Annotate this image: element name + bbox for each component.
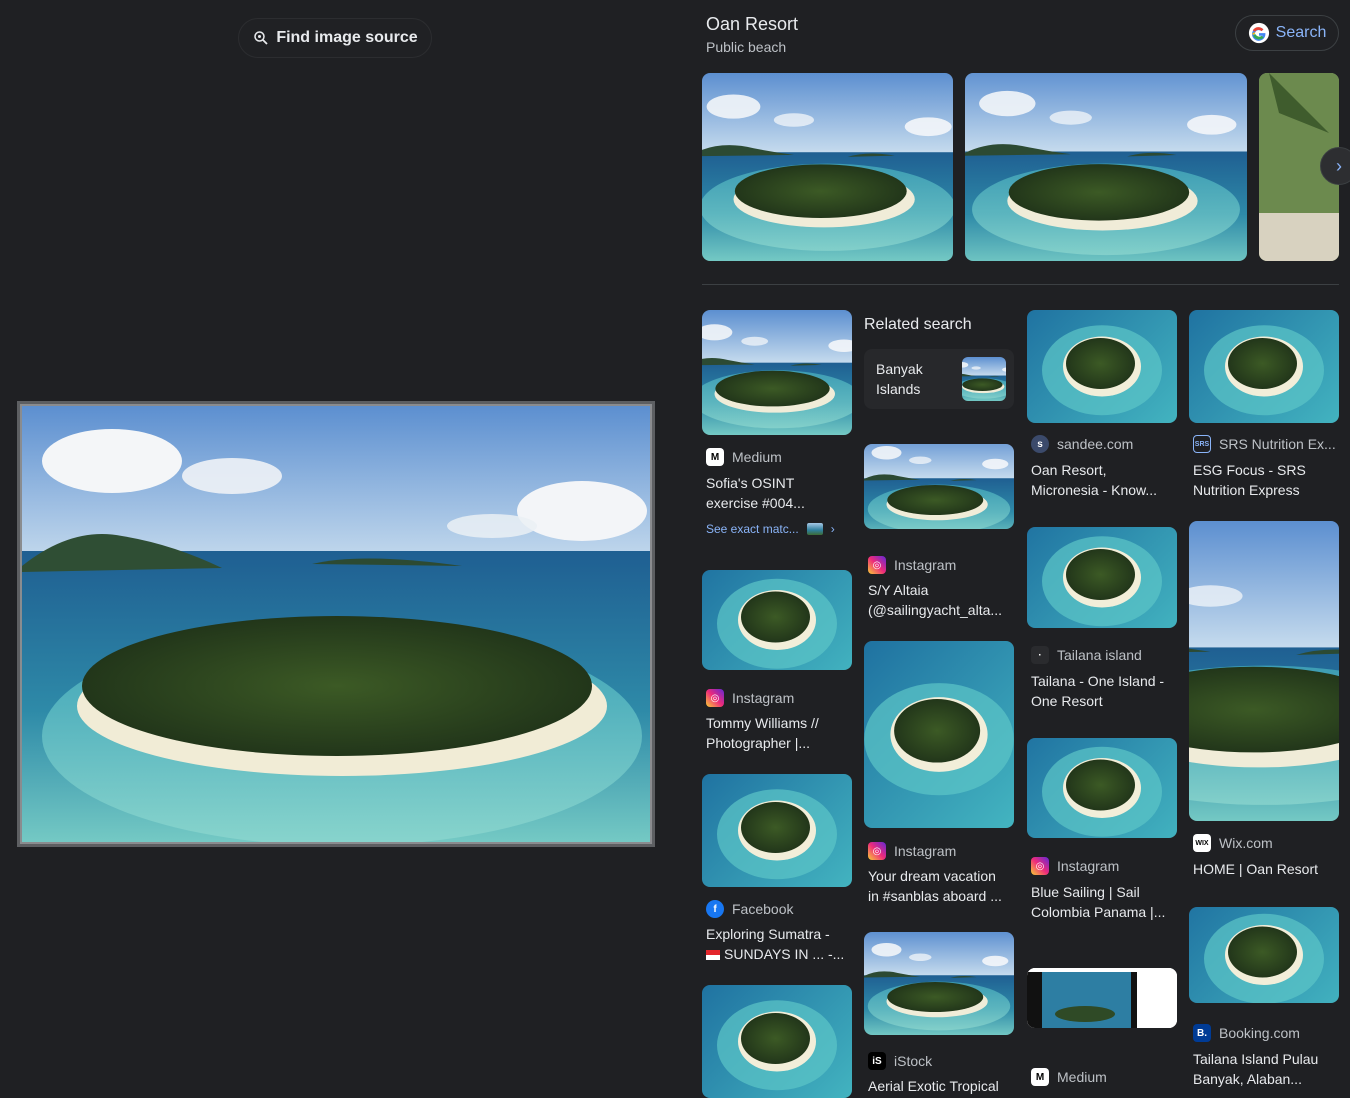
- related-search-item[interactable]: Banyak Islands: [864, 349, 1014, 409]
- result-source[interactable]: ◎ Instagram: [868, 556, 956, 574]
- medium-icon: M: [706, 448, 724, 466]
- sandee-icon: s: [1031, 435, 1049, 453]
- result-title[interactable]: ESG Focus - SRS Nutrition Express: [1193, 460, 1339, 500]
- result-source[interactable]: SRS SRS Nutrition Ex...: [1193, 435, 1336, 453]
- result-title[interactable]: Blue Sailing | Sail Colombia Panama |...: [1031, 882, 1177, 922]
- result-title[interactable]: Oan Resort, Micronesia - Know...: [1031, 460, 1177, 500]
- result-image[interactable]: [702, 774, 852, 887]
- entity-image-1[interactable]: [702, 73, 953, 261]
- result-image[interactable]: [1027, 527, 1177, 628]
- result-source[interactable]: WIX Wix.com: [1193, 834, 1273, 852]
- result-title[interactable]: Tommy Williams // Photographer |...: [706, 713, 846, 753]
- result-source[interactable]: M Medium: [706, 448, 782, 466]
- istock-icon: iS: [868, 1052, 886, 1070]
- result-image[interactable]: [1027, 968, 1177, 1028]
- result-source[interactable]: f Facebook: [706, 900, 793, 918]
- result-source[interactable]: B. Booking.com: [1193, 1024, 1300, 1042]
- result-image[interactable]: [702, 570, 852, 670]
- result-title[interactable]: Sofia's OSINT exercise #004...: [706, 473, 846, 513]
- entity-subtitle: Public beach: [706, 39, 787, 55]
- result-title[interactable]: HOME | Oan Resort: [1193, 859, 1339, 879]
- selected-image[interactable]: [20, 404, 652, 844]
- result-image[interactable]: [1027, 738, 1177, 838]
- wix-icon: WIX: [1193, 834, 1211, 852]
- facebook-icon: f: [706, 900, 724, 918]
- selected-image-frame[interactable]: [17, 401, 655, 847]
- results-panel: Oan Resort Public beach Search › M Mediu…: [702, 0, 1350, 1098]
- instagram-icon: ◎: [706, 689, 724, 707]
- instagram-icon: ◎: [1031, 857, 1049, 875]
- search-label: Search: [1275, 24, 1327, 41]
- result-source[interactable]: · Tailana island: [1031, 646, 1142, 664]
- result-source[interactable]: ◎ Instagram: [1031, 857, 1119, 875]
- result-source[interactable]: ◎ Instagram: [706, 689, 794, 707]
- result-image[interactable]: [864, 932, 1014, 1035]
- result-source[interactable]: iS iStock: [868, 1052, 932, 1070]
- chevron-right-icon: ›: [830, 522, 835, 536]
- srs-icon: SRS: [1193, 435, 1211, 453]
- lens-search-icon: [254, 31, 268, 45]
- indonesia-flag-icon: [706, 950, 720, 961]
- see-exact-matches-link[interactable]: See exact matc... ›: [706, 522, 835, 536]
- result-title[interactable]: Exploring Sumatra - SUNDAYS IN ... -...: [706, 924, 846, 964]
- related-search-heading: Related search: [864, 316, 972, 333]
- result-image[interactable]: [702, 310, 852, 435]
- result-image[interactable]: [1189, 310, 1339, 423]
- result-image[interactable]: [702, 985, 852, 1098]
- result-title[interactable]: S/Y Altaia (@sailingyacht_alta...: [868, 580, 1014, 620]
- entity-image-2[interactable]: [965, 73, 1247, 261]
- instagram-icon: ◎: [868, 556, 886, 574]
- booking-icon: B.: [1193, 1024, 1211, 1042]
- find-image-source-label: Find image source: [276, 29, 418, 46]
- find-image-source-button[interactable]: Find image source: [238, 18, 432, 58]
- exact-match-thumbnail: [806, 523, 823, 535]
- result-image[interactable]: [864, 444, 1014, 529]
- result-source[interactable]: M Medium: [1031, 1068, 1107, 1086]
- tailana-icon: ·: [1031, 646, 1049, 664]
- entity-title[interactable]: Oan Resort: [706, 14, 798, 35]
- google-g-icon: [1248, 22, 1269, 44]
- result-source[interactable]: ◎ Instagram: [868, 842, 956, 860]
- result-source[interactable]: s sandee.com: [1031, 435, 1133, 453]
- result-title[interactable]: Aerial Exotic Tropical: [868, 1076, 1014, 1096]
- result-image[interactable]: [1189, 521, 1339, 821]
- section-divider: [702, 284, 1339, 285]
- result-image[interactable]: [1027, 310, 1177, 423]
- google-search-button[interactable]: Search: [1235, 15, 1339, 51]
- result-title[interactable]: Tailana Island Pulau Banyak, Alaban...: [1193, 1049, 1339, 1089]
- instagram-icon: ◎: [868, 842, 886, 860]
- result-title[interactable]: Your dream vacation in #sanblas aboard .…: [868, 866, 1014, 906]
- result-image[interactable]: [1189, 907, 1339, 1003]
- result-title[interactable]: Tailana - One Island - One Resort: [1031, 671, 1177, 711]
- result-image[interactable]: [864, 641, 1014, 828]
- related-search-thumbnail: [962, 357, 1006, 401]
- image-viewer-panel: Find image source: [0, 0, 675, 1098]
- chevron-right-icon[interactable]: ›: [1320, 147, 1350, 185]
- medium-icon: M: [1031, 1068, 1049, 1086]
